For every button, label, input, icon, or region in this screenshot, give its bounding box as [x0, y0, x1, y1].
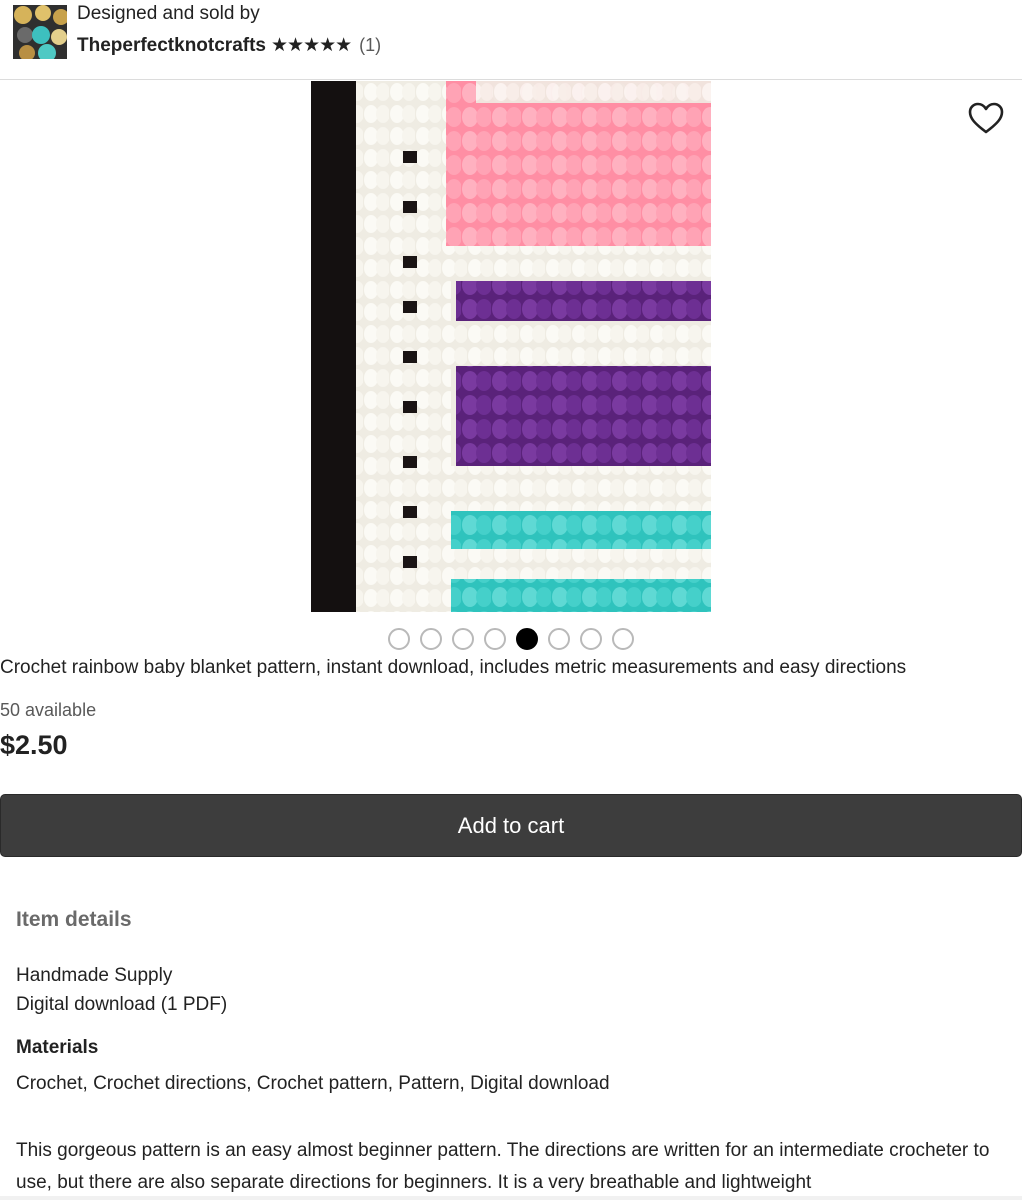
star-rating-icon: ★★★★★ [271, 35, 352, 56]
seller-header: Designed and sold by Theperfectknotcraft… [0, 0, 1022, 80]
shop-avatar[interactable] [13, 5, 67, 59]
listing-photo[interactable] [311, 81, 711, 612]
gallery-dot[interactable] [580, 628, 602, 650]
divider [0, 1196, 1022, 1200]
gallery-dot[interactable] [484, 628, 506, 650]
detail-handmade-supply: Handmade Supply [16, 965, 173, 986]
gallery-dot[interactable] [548, 628, 570, 650]
materials-heading: Materials [16, 1037, 99, 1058]
image-gallery [0, 81, 1022, 613]
add-to-cart-button[interactable]: Add to cart [0, 794, 1022, 857]
item-description: This gorgeous pattern is an easy almost … [16, 1140, 990, 1193]
gallery-dot-active[interactable] [516, 628, 538, 650]
gallery-dot[interactable] [388, 628, 410, 650]
favorite-button[interactable] [966, 99, 1006, 139]
gallery-dot[interactable] [612, 628, 634, 650]
shop-line: Theperfectknotcrafts ★★★★★ (1) [77, 34, 381, 57]
availability-text: 50 available [0, 700, 97, 720]
listing-title: Crochet rainbow baby blanket pattern, in… [0, 657, 907, 678]
gallery-pagination [388, 628, 634, 650]
materials-list: Crochet, Crochet directions, Crochet pat… [16, 1073, 610, 1094]
gallery-dot[interactable] [452, 628, 474, 650]
gallery-dot[interactable] [420, 628, 442, 650]
designed-by-label: Designed and sold by [77, 3, 260, 24]
shop-name-link[interactable]: Theperfectknotcrafts [77, 35, 266, 57]
heart-icon [968, 102, 1004, 134]
review-count[interactable]: (1) [359, 35, 381, 56]
detail-digital-download: Digital download (1 PDF) [16, 994, 228, 1015]
price: $2.50 [0, 730, 68, 760]
item-details-heading[interactable]: Item details [16, 908, 132, 932]
